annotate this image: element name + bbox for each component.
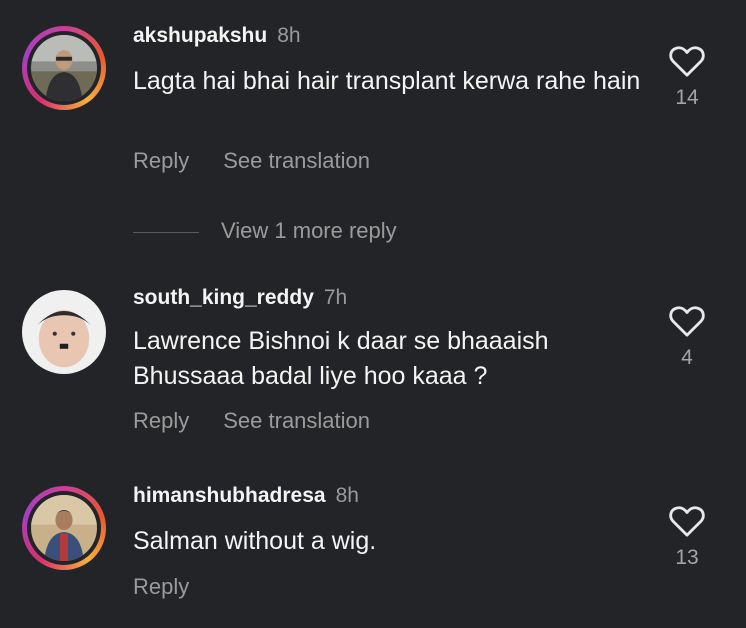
comment-header: himanshubhadresa 8h [133, 484, 359, 508]
heart-outline-icon[interactable] [668, 44, 706, 78]
reply-button[interactable]: Reply [133, 574, 189, 599]
thread-divider [133, 231, 199, 233]
view-more-replies[interactable]: View 1 more reply [133, 218, 397, 246]
avatar-photo-icon [31, 495, 97, 561]
heart-outline-icon[interactable] [668, 504, 706, 538]
avatar-akshupakshu[interactable] [22, 26, 106, 110]
like-count: 4 [681, 346, 693, 369]
avatar-frame [27, 31, 101, 105]
comment-actions: Reply See translation [133, 148, 404, 174]
comment-header: akshupakshu 8h [133, 24, 301, 48]
like-count: 14 [675, 86, 699, 109]
view-more-replies-label[interactable]: View 1 more reply [221, 218, 397, 243]
see-translation-button[interactable]: See translation [223, 148, 370, 173]
avatar-south_king_reddy[interactable] [22, 290, 106, 374]
comment-actions: Reply See translation [133, 408, 404, 434]
see-translation-button[interactable]: See translation [223, 408, 370, 433]
timestamp: 8h [277, 24, 301, 47]
timestamp: 8h [335, 484, 359, 507]
avatar-photo-icon [31, 35, 97, 101]
comment-header: south_king_reddy 7h [133, 286, 347, 310]
heart-outline-icon[interactable] [668, 304, 706, 338]
comment-text: Salman without a wig. [133, 527, 377, 555]
avatar-photo-icon [22, 290, 106, 374]
like-button[interactable]: 14 [664, 44, 710, 110]
username[interactable]: himanshubhadresa [133, 484, 326, 507]
reply-button[interactable]: Reply [133, 408, 189, 433]
like-button[interactable]: 4 [664, 304, 710, 370]
like-count: 13 [675, 546, 699, 569]
avatar-frame [27, 491, 101, 565]
like-button[interactable]: 13 [664, 504, 710, 570]
avatar-himanshubhadresa[interactable] [22, 486, 106, 570]
comment-actions: Reply [133, 574, 223, 600]
comment-text: Lagta hai bhai hair transplant kerwa rah… [133, 67, 641, 95]
reply-button[interactable]: Reply [133, 148, 189, 173]
comment-text: Lawrence Bishnoi k daar se bhaaaish Bhus… [133, 327, 549, 390]
username[interactable]: south_king_reddy [133, 286, 314, 309]
timestamp: 7h [323, 286, 348, 309]
username[interactable]: akshupakshu [133, 24, 267, 47]
